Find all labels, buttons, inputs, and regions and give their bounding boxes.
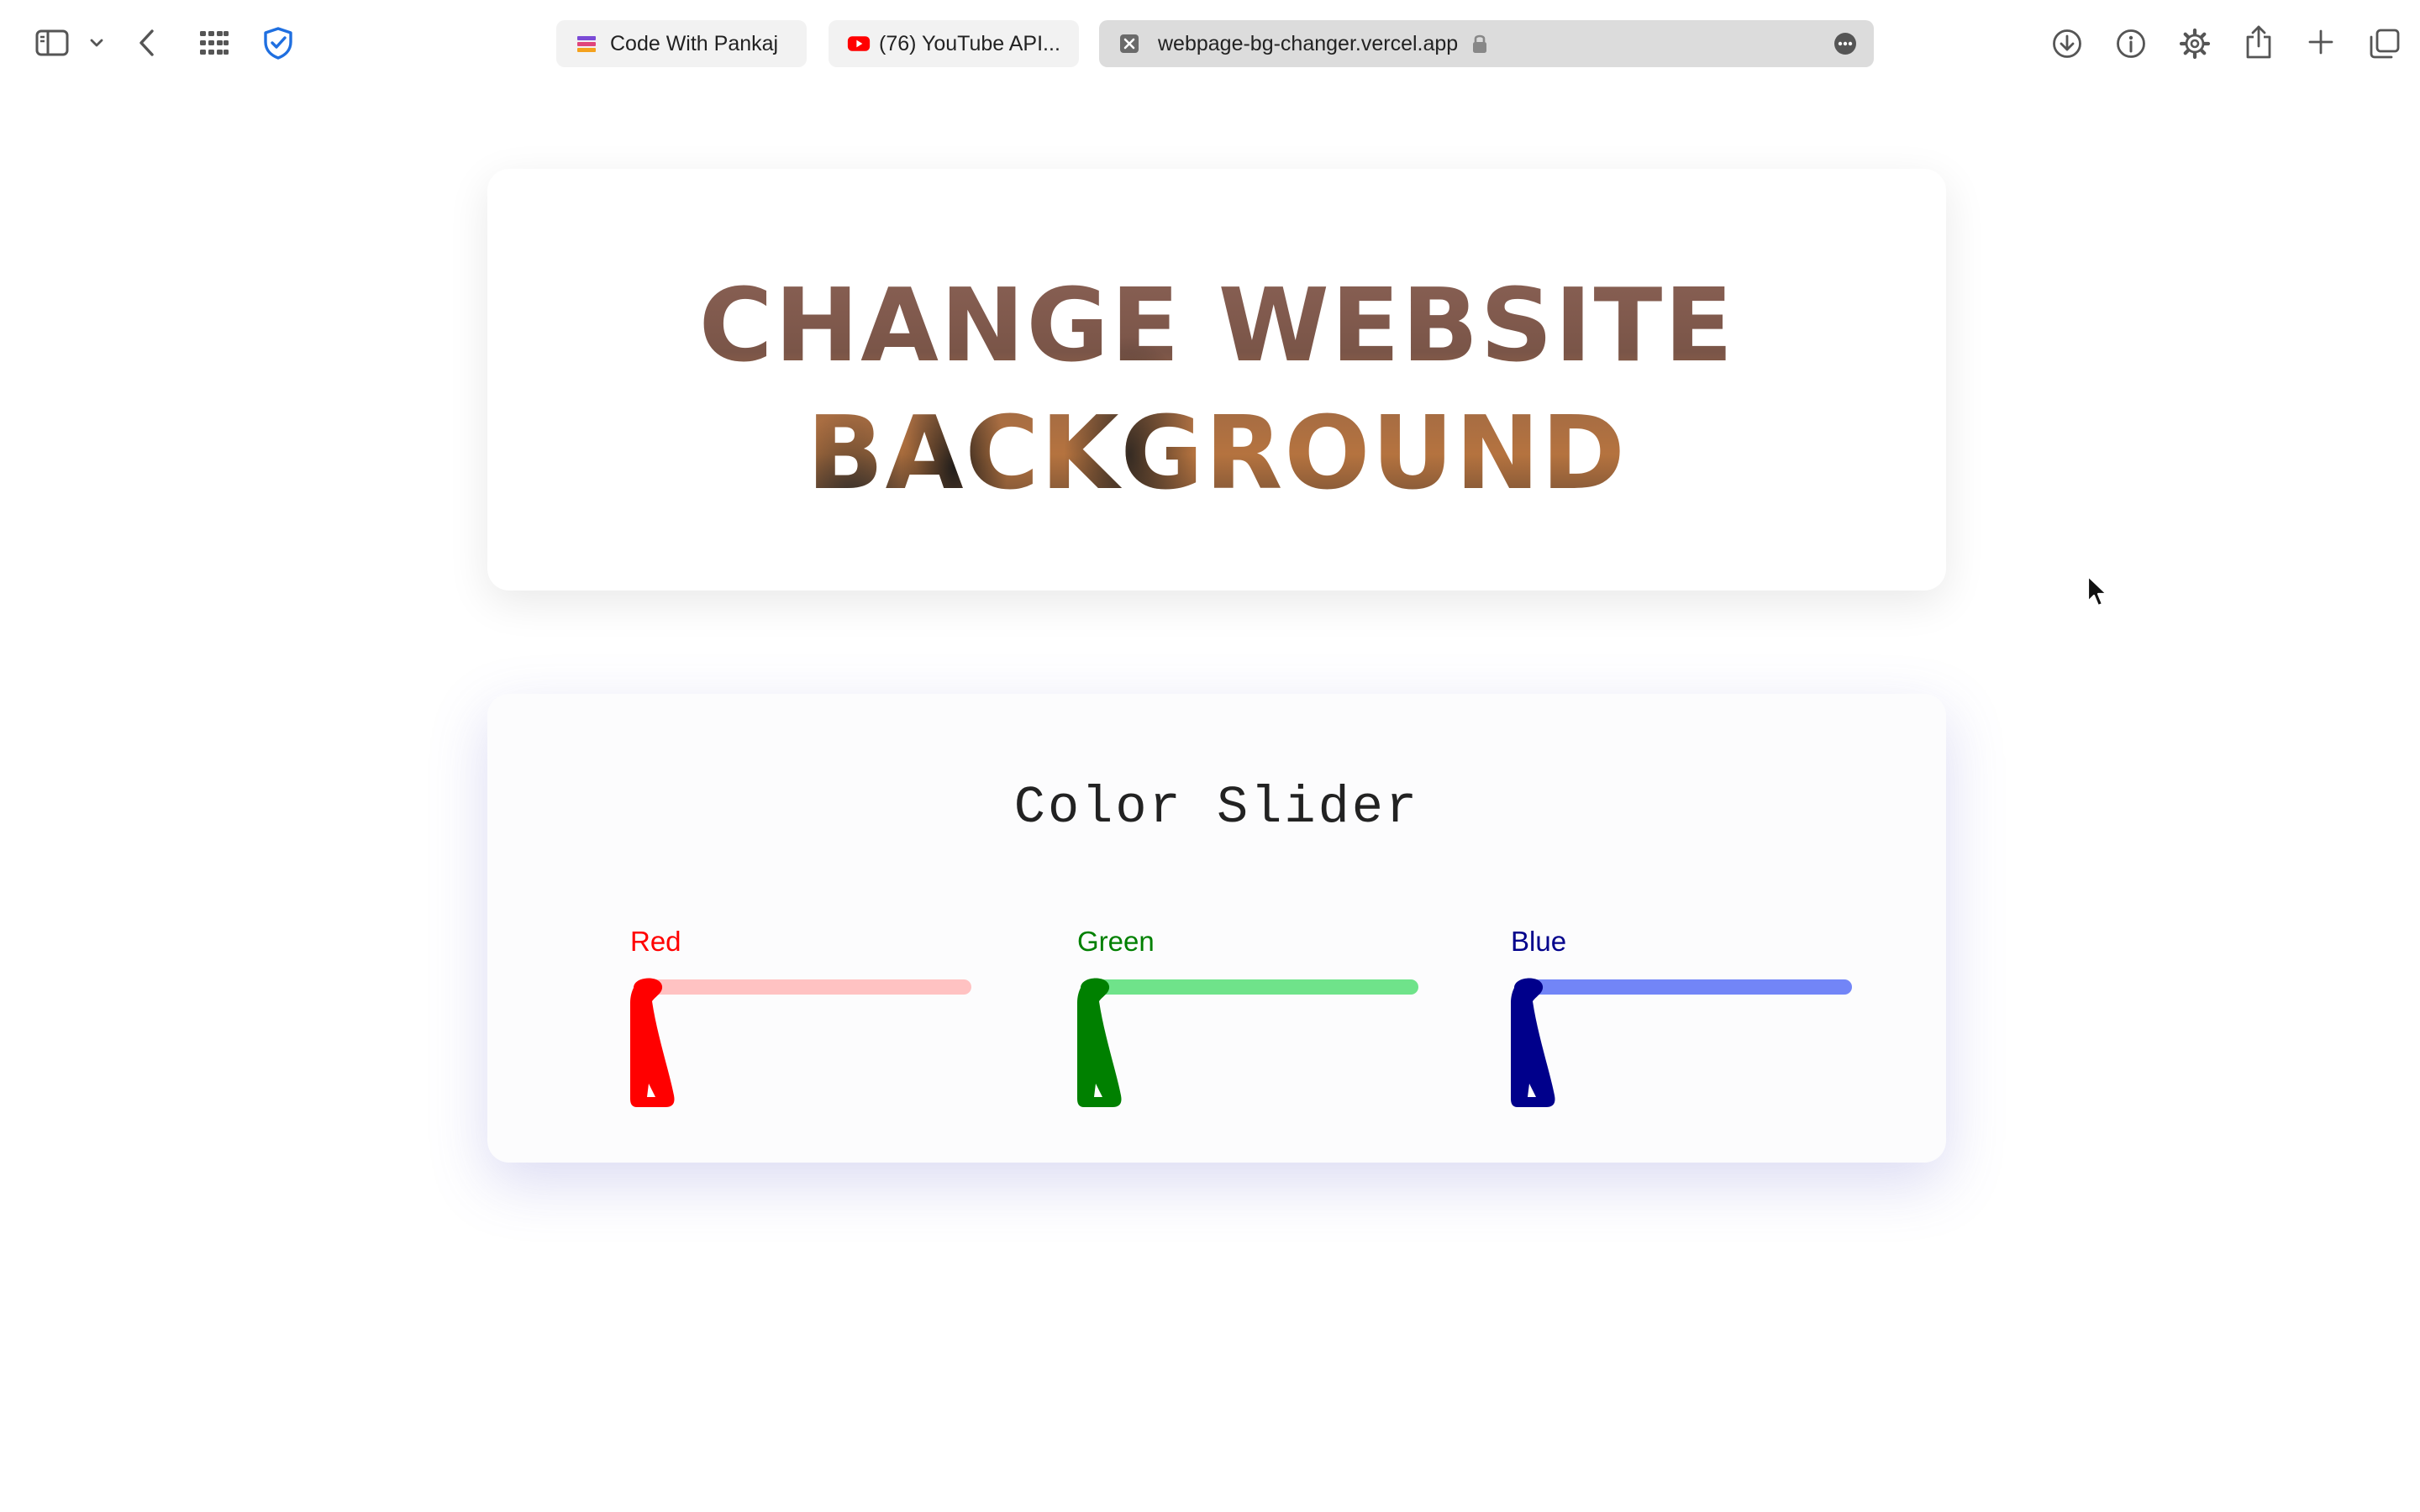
browser-toolbar: Code With Pankaj (76) YouTube API... web… xyxy=(0,0,2420,87)
sidebar-icon[interactable] xyxy=(34,29,71,57)
tab-title: Code With Pankaj xyxy=(610,31,779,55)
info-icon[interactable] xyxy=(2114,27,2148,60)
plus-icon[interactable] xyxy=(2306,27,2336,57)
grid-icon[interactable] xyxy=(197,29,232,57)
hero-title-line1: CHANGE WEBSITE xyxy=(698,268,1735,385)
mouse-cursor-icon xyxy=(2086,575,2111,614)
blue-slider-label: Blue xyxy=(1511,926,1567,957)
green-slider-track[interactable] xyxy=(1082,979,1418,995)
red-slider-label: Red xyxy=(630,926,681,957)
blue-slider-track[interactable] xyxy=(1516,979,1852,995)
tab-title: (76) YouTube API... xyxy=(879,31,1060,55)
share-icon[interactable] xyxy=(2244,24,2274,60)
blue-slider-group: Blue xyxy=(1511,926,1864,1110)
back-arrow-icon[interactable] xyxy=(134,27,160,59)
red-slider-group: Red xyxy=(630,926,983,1110)
red-slider-track[interactable] xyxy=(635,979,971,995)
lock-icon xyxy=(1471,33,1488,55)
red-slider-thumb[interactable] xyxy=(627,969,675,1109)
more-icon[interactable] xyxy=(1833,32,1857,55)
stack-favicon-icon xyxy=(575,32,598,55)
tab-youtube-api[interactable]: (76) YouTube API... xyxy=(829,20,1079,67)
green-slider-label: Green xyxy=(1077,926,1155,957)
shield-check-icon[interactable] xyxy=(260,25,296,60)
tabs-overview-icon[interactable] xyxy=(2368,27,2402,60)
youtube-favicon-icon xyxy=(847,32,871,55)
chevron-down-icon[interactable] xyxy=(87,35,106,50)
gear-icon[interactable] xyxy=(2178,27,2212,60)
color-slider-card: Color Slider Red Green Blue xyxy=(487,694,1946,1163)
blue-slider-thumb[interactable] xyxy=(1507,969,1555,1109)
close-tab-icon[interactable] xyxy=(1118,32,1141,55)
address-text[interactable]: webpage-bg-changer.vercel.app xyxy=(1158,32,1458,56)
hero-title: CHANGE WEBSITE BACKGROUND xyxy=(487,263,1946,518)
download-icon[interactable] xyxy=(2050,27,2084,60)
color-slider-title: Color Slider xyxy=(1013,778,1420,837)
tab-code-with-pankaj[interactable]: Code With Pankaj xyxy=(556,20,807,67)
green-slider-thumb[interactable] xyxy=(1074,969,1122,1109)
hero-card: CHANGE WEBSITE BACKGROUND xyxy=(487,169,1946,591)
green-slider-group: Green xyxy=(1077,926,1430,1110)
hero-title-line2: BACKGROUND xyxy=(807,396,1627,512)
tab-webpage-bg-changer[interactable]: webpage-bg-changer.vercel.app xyxy=(1099,20,1874,67)
